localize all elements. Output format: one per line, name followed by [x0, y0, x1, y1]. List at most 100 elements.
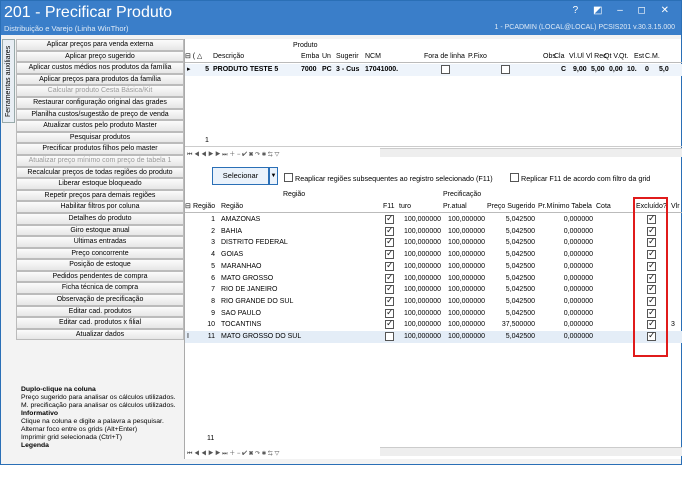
tool-button[interactable]: Aplicar preços para produtos da família: [16, 73, 184, 86]
fora-linha-checkbox[interactable]: [441, 64, 450, 76]
product-col-header[interactable]: Qt V.: [604, 51, 619, 63]
f11-checkbox[interactable]: [385, 284, 394, 296]
region-minimo: 0,000000: [563, 286, 593, 294]
table-row[interactable]: 1 AMAZONAS 100,000000 100,000000 5,042500 0,0…: [185, 214, 682, 226]
product-col-header[interactable]: ⊟ (: [185, 51, 195, 63]
col-regiao-num[interactable]: Região: [193, 201, 215, 213]
tool-button[interactable]: Pesquisar produtos: [16, 131, 184, 144]
tool-button[interactable]: Aplicar preços para venda externa: [16, 39, 184, 51]
product-col-header[interactable]: △: [197, 51, 202, 63]
product-col-header[interactable]: NCM: [365, 51, 381, 63]
product-col-header[interactable]: Un: [322, 51, 331, 63]
tool-button[interactable]: Restaurar configuração original das grad…: [16, 96, 184, 109]
region-grid-navigator[interactable]: ⏮ ◀ ◀ ▶ ▶ ⏭ ＋ − ✔ ✖ ↷ ✱ ⇆ ▽: [187, 448, 280, 458]
table-row[interactable]: 5 MARANHAO 100,000000 100,000000 5,042500 0,0…: [185, 261, 682, 273]
table-row[interactable]: 6 MATO GROSSO 100,000000 100,000000 5,042500…: [185, 273, 682, 285]
f11-checkbox[interactable]: [385, 308, 394, 320]
tool-button[interactable]: Editar cad. produtos x filial: [16, 317, 184, 329]
product-col-header[interactable]: Est: [634, 51, 644, 63]
region-turo: 100,000000: [404, 227, 441, 235]
f11-checkbox[interactable]: [385, 226, 394, 238]
f11-checkbox[interactable]: [385, 249, 394, 261]
tool-button[interactable]: Recalcular preços de todas regiões do pr…: [16, 166, 184, 179]
product-grid[interactable]: Produto ⊟ (△ Descrição Emba Un Sugerir NCM For…: [185, 39, 682, 147]
region-minimo: 0,000000: [563, 321, 593, 329]
pfixo-checkbox[interactable]: [501, 64, 510, 76]
col-sugerido[interactable]: Preço Sugerido: [487, 201, 535, 213]
tool-button[interactable]: Atualizar dados: [16, 328, 184, 341]
region-turo: 100,000000: [404, 309, 441, 317]
tool-button[interactable]: Ficha técnica de compra: [16, 282, 184, 295]
f11-checkbox[interactable]: [385, 214, 394, 226]
tool-button[interactable]: Aplicar preço sugerido: [16, 50, 184, 63]
region-vlr: [671, 249, 681, 261]
f11-checkbox[interactable]: [385, 273, 394, 285]
col-f11[interactable]: F11: [383, 201, 395, 213]
col-vlr[interactable]: Vlr: [671, 201, 680, 213]
tool-button[interactable]: Posição de estoque: [16, 259, 184, 271]
replicar-f11-option[interactable]: Replicar F11 de acordo com filtro da gri…: [510, 172, 650, 183]
tool-button[interactable]: Habilitar filtros por coluna: [16, 201, 184, 213]
tool-button[interactable]: Liberar estoque bloqueado: [16, 178, 184, 190]
col-pratual[interactable]: Pr.atual: [443, 201, 467, 213]
reaplicar-checkbox[interactable]: [284, 173, 293, 182]
table-row[interactable]: 11 MATO GROSSO DO SUL 100,000000 100,000000…: [185, 331, 682, 343]
tool-button[interactable]: Planilha custos/sugestão de preço de ven…: [16, 108, 184, 121]
tool-button[interactable]: Pedidos pendentes de compra: [16, 270, 184, 283]
tool-button[interactable]: Últimas entradas: [16, 236, 184, 248]
table-row[interactable]: 3 DISTRITO FEDERAL 100,000000 100,000000 5,0…: [185, 237, 682, 249]
f11-checkbox[interactable]: [385, 237, 394, 249]
table-row[interactable]: 4 GOIAS 100,000000 100,000000 5,042500 0,0000…: [185, 249, 682, 261]
help-heading-info: Informativo: [21, 410, 59, 417]
tool-button[interactable]: Aplicar custos médios nos produtos da fa…: [16, 62, 184, 74]
product-col-header[interactable]: C.M.: [645, 51, 660, 63]
tool-button[interactable]: Preço concorrente: [16, 247, 184, 260]
f11-checkbox[interactable]: [385, 296, 394, 308]
replicar-f11-checkbox[interactable]: [510, 173, 519, 182]
product-col-header[interactable]: P.Fixo: [468, 51, 487, 63]
product-col-header[interactable]: Descrição: [213, 51, 244, 63]
tool-button[interactable]: Precificar produtos filhos pelo master: [16, 143, 184, 155]
tool-button[interactable]: Giro estoque anual: [16, 224, 184, 237]
table-row[interactable]: ▸ 5 PRODUTO TESTE 5 7000 PC 3 - Cus 1704…: [185, 64, 682, 76]
select-button[interactable]: Selecionar: [212, 167, 269, 185]
tool-button[interactable]: Atualizar custos pelo produto Master: [16, 120, 184, 132]
product-col-header[interactable]: Fora de linha: [424, 51, 465, 63]
f11-checkbox[interactable]: [385, 319, 394, 331]
table-row[interactable]: 9 SAO PAULO 100,000000 100,000000 5,042500 0,…: [185, 308, 682, 320]
col-minimo[interactable]: Pr.Mínimo Tabela: [538, 201, 592, 213]
tool-button[interactable]: Detalhes do produto: [16, 212, 184, 225]
table-row[interactable]: 8 RIO GRANDE DO SUL 100,000000 100,000000 5,…: [185, 296, 682, 308]
tool-button[interactable]: Observação de precificação: [16, 294, 184, 306]
tool-button[interactable]: Editar cad. produtos: [16, 305, 184, 318]
region-grid[interactable]: Região Precificação ⊟ Região Região F11 …: [185, 189, 682, 479]
tool-button[interactable]: Repetir preços para demais regiões: [16, 189, 184, 202]
product-col-header[interactable]: Sugerir: [336, 51, 359, 63]
window-controls[interactable]: ? ◩ ‒ ◻ ✕: [573, 5, 675, 16]
product-col-header[interactable]: Cla: [554, 51, 565, 63]
product-col-header[interactable]: Emba: [301, 51, 319, 63]
product-col-header[interactable]: Vl.Ul: [569, 51, 584, 63]
product-sugerir[interactable]: 3 - Cus: [336, 64, 364, 76]
region-hscrollbar[interactable]: [380, 447, 682, 456]
help-heading-doubleclick: Duplo-clique na coluna: [21, 386, 96, 393]
select-dropdown-button[interactable]: ▼: [269, 167, 278, 185]
col-regiao-name[interactable]: Região: [221, 201, 243, 213]
table-row[interactable]: 10 TOCANTINS 100,000000 100,000000 37,500000…: [185, 319, 682, 331]
region-vlr: [671, 261, 681, 273]
product-hscrollbar[interactable]: [380, 148, 682, 157]
product-col-header[interactable]: Qt.: [619, 51, 628, 63]
f11-checkbox[interactable]: [385, 261, 394, 273]
reaplicar-option[interactable]: Reaplicar regiões subsequentes ao regist…: [284, 172, 493, 183]
table-row[interactable]: 2 BAHIA 100,000000 100,000000 5,042500 0,0000…: [185, 226, 682, 238]
col-turo[interactable]: turo: [399, 201, 411, 213]
product-grid-navigator[interactable]: ⏮ ◀ ◀ ▶ ▶ ⏭ ＋ − ✔ ✖ ↷ ✱ ⇆ ▽: [187, 149, 280, 159]
table-row[interactable]: 7 RIO DE JANEIRO 100,000000 100,000000 5,042…: [185, 284, 682, 296]
f11-checkbox[interactable]: [385, 331, 394, 343]
region-num: 9: [211, 309, 215, 317]
region-sugerido: 5,042500: [505, 262, 535, 270]
tools-side-tab[interactable]: Ferramentas auxiliares: [2, 39, 15, 123]
region-sugerido: 5,042500: [505, 333, 535, 340]
col-cota[interactable]: Cota: [596, 201, 611, 213]
region-name: AMAZONAS: [221, 216, 261, 223]
